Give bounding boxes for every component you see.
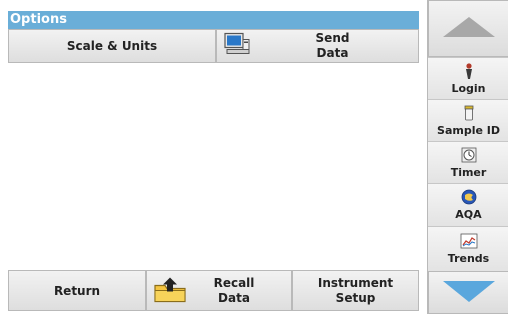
sidebar-item-aqa[interactable]: AQA [428,183,508,226]
sidebar-item-sample-id[interactable]: Sample ID [428,99,508,141]
scroll-up-button[interactable] [428,0,508,57]
timer-icon [461,147,477,166]
scale-units-label: Scale & Units [66,39,158,53]
sidebar-timer-label: Timer [450,165,487,179]
instrument-setup-button[interactable]: Instrument Setup [292,270,419,311]
sidebar-item-trends[interactable]: Trends [428,226,508,271]
recall-data-label-line2: Data [218,290,250,305]
send-data-label-line2: Data [316,46,349,60]
sidebar-trends-label: Trends [447,252,490,265]
person-icon [462,62,476,82]
trends-chart-icon [460,233,478,252]
aqa-globe-icon [461,189,477,208]
return-label: Return [53,283,101,298]
sidebar-sample-id-label: Sample ID [437,123,500,137]
sidebar-login-label: Login [451,81,486,95]
page-title: Options [8,11,419,29]
sidebar-aqa-label: AQA [455,208,482,221]
scroll-down-button[interactable] [428,271,508,314]
sample-vial-icon [463,105,475,124]
sidebar: Login Sample ID Timer AQA Trends [427,0,508,314]
main-panel: Options Scale & Units Send Data Return R… [0,0,425,314]
arrow-down-icon [441,278,497,308]
return-button[interactable]: Return [8,270,146,311]
recall-data-button[interactable]: Recall Data [146,270,292,311]
send-data-label-line1: Send [315,31,350,45]
sidebar-item-login[interactable]: Login [428,57,508,99]
sidebar-item-timer[interactable]: Timer [428,141,508,183]
send-data-button[interactable]: Send Data [216,29,419,63]
scale-units-button[interactable]: Scale & Units [8,29,216,63]
instrument-setup-label-line1: Instrument [317,275,394,290]
arrow-up-icon [441,15,497,43]
computer-icon [223,32,251,61]
recall-data-label-line1: Recall [213,275,255,290]
instrument-setup-label-line2: Setup [335,290,376,305]
folder-upload-icon [153,275,187,306]
